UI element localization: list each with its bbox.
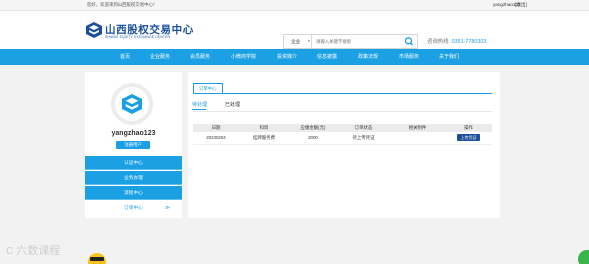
main-nav: 首页 企业服务 会员服务 小微商学院 投资媒介 信息披露 政策法规 市场服务 关… [0, 49, 589, 65]
cell-status: 待上传凭证 [337, 132, 390, 145]
tab-pending[interactable]: 待处理 [192, 101, 207, 108]
user-type-badge: 注册用户 [116, 141, 150, 149]
column-header-date: 日期 [193, 124, 239, 132]
tab-processed[interactable]: 已处理 [225, 101, 240, 108]
cell-attachment [390, 132, 445, 145]
nav-item-enterprise-services[interactable]: 企业服务 [150, 53, 170, 60]
title-divider [193, 93, 492, 94]
logout-link[interactable]: [退出] [515, 2, 527, 8]
sidebar-item-orders[interactable]: 订单中心 ≫ [85, 201, 182, 215]
sidebar-item-label: 认证中心 [124, 160, 143, 165]
nav-item-member-services[interactable]: 会员服务 [190, 53, 210, 60]
table-header-row: 日期 科目 应缴金额(元) 订单状态 相关附件 操作 [193, 124, 492, 132]
column-header-status: 订单状态 [337, 124, 390, 132]
hotline: 咨询热线 0351-7780303 [427, 37, 486, 45]
double-chevron-right-icon: ≫ [164, 205, 170, 211]
watermark-logo-icon: C [6, 246, 14, 257]
chevron-down-icon: ▾ [308, 39, 310, 43]
sidebar-item-label: 订单中心 [124, 205, 143, 210]
order-center-panel: 订单中心 待处理 已处理 日期 科目 应缴金额(元) 订单状态 相关附件 操作 … [188, 72, 500, 218]
tabs-divider [193, 111, 492, 112]
search-category-label: 企业 [291, 39, 301, 44]
upload-voucher-button[interactable]: 上传凭证 [457, 134, 480, 142]
cell-date: 20230204 [193, 132, 239, 145]
hotline-label: 咨询热线 [427, 39, 449, 45]
search-icon [404, 37, 414, 46]
hotline-number: 0351-7780303 [451, 39, 487, 45]
sidebar-item-label: 流程中心 [124, 190, 143, 195]
brand-name-en: SHANXI EQUITY EXCHANGE CENTER [105, 35, 171, 39]
nav-item-business-school[interactable]: 小微商学院 [231, 53, 256, 60]
nav-item-disclosure[interactable]: 信息披露 [317, 53, 337, 60]
cell-amount: 2000 [289, 132, 337, 145]
sidebar-item-certification[interactable]: 认证中心 [85, 156, 182, 170]
sidebar-item-business[interactable]: 业务办理 [85, 171, 182, 185]
user-sidebar: yangzhao123 注册用户 认证中心 业务办理 流程中心 订单中心 ≫ [85, 72, 182, 218]
nav-item-market-services[interactable]: 市场服务 [399, 53, 419, 60]
welcome-text: 您好，欢迎来到山西股权交易中心！ [87, 2, 158, 7]
watermark-text: 六数课程 [16, 245, 61, 257]
user-logo-icon [122, 94, 142, 114]
nav-item-investment[interactable]: 投资媒介 [277, 53, 297, 60]
sidebar-username: yangzhao123 [111, 130, 156, 137]
nav-item-policies[interactable]: 政策法规 [358, 53, 378, 60]
header: 山西股权交易中心 SHANXI EQUITY EXCHANGE CENTER 企… [0, 11, 589, 49]
cell-action: 上传凭证 [445, 132, 492, 145]
search-box: 企业 ▾ [283, 34, 418, 49]
orders-table: 日期 科目 应缴金额(元) 订单状态 相关附件 操作 20230204 挂牌服务… [193, 124, 492, 145]
cell-subject: 挂牌服务费 [239, 132, 289, 145]
search-button[interactable] [402, 36, 416, 47]
video-watermark: C 六数课程 [6, 242, 60, 258]
search-category-select[interactable]: 企业 ▾ [284, 35, 312, 48]
active-tab-indicator [192, 109, 206, 110]
sidebar-item-process[interactable]: 流程中心 [85, 186, 182, 200]
nav-item-home[interactable]: 首页 [120, 53, 130, 60]
table-row: 20230204 挂牌服务费 2000 待上传凭证 上传凭证 [193, 132, 492, 145]
site-logo[interactable]: 山西股权交易中心 SHANXI EQUITY EXCHANGE CENTER [86, 20, 193, 44]
top-bar: 您好，欢迎来到山西股权交易中心！ yangzhao123 [退出] [0, 0, 589, 11]
sidebar-item-label: 业务办理 [124, 175, 143, 180]
nav-item-about[interactable]: 关于我们 [439, 53, 459, 60]
avatar [111, 83, 153, 125]
floating-widget-icon[interactable] [578, 250, 589, 264]
column-header-subject: 科目 [239, 124, 289, 132]
column-header-amount: 应缴金额(元) [289, 124, 337, 132]
logo-icon [86, 22, 102, 38]
column-header-attachment: 相关附件 [390, 124, 445, 132]
column-header-action: 操作 [445, 124, 492, 132]
emoji-sticker-icon [88, 253, 106, 264]
search-input[interactable] [316, 37, 398, 46]
